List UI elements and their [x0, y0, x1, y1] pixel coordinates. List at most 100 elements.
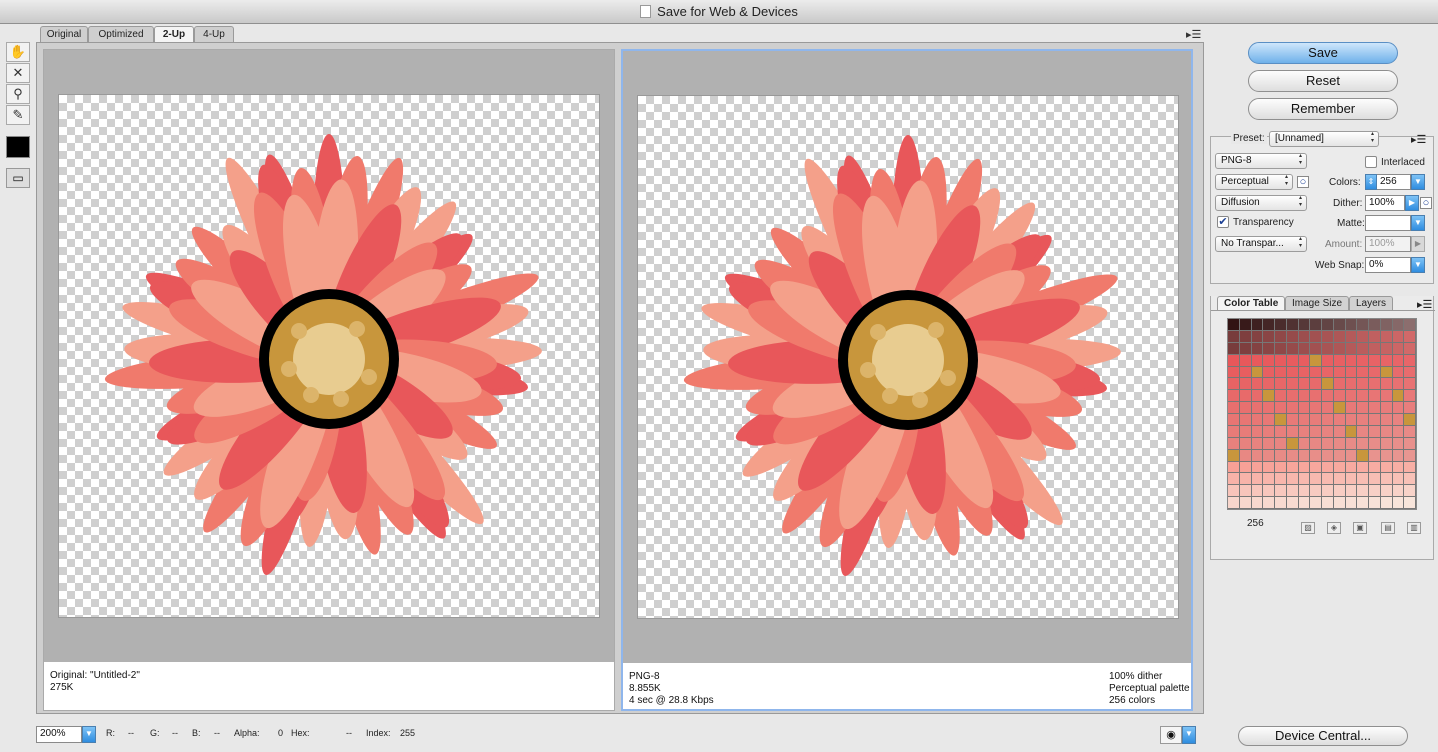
color-swatch[interactable]	[1286, 461, 1299, 474]
color-swatch[interactable]	[1392, 342, 1405, 355]
original-pane[interactable]: Original: "Untitled-2" 275K	[43, 49, 615, 711]
color-swatch[interactable]	[1392, 473, 1405, 486]
color-swatch[interactable]	[1275, 378, 1287, 391]
lock-color-icon[interactable]: ▣	[1353, 522, 1367, 534]
color-swatch[interactable]	[1357, 390, 1369, 403]
zoom-input[interactable]: 200%	[36, 726, 82, 743]
color-swatch[interactable]	[1263, 414, 1275, 426]
color-swatch[interactable]	[1263, 437, 1275, 450]
color-swatch[interactable]	[1333, 414, 1346, 426]
color-swatch[interactable]	[1298, 319, 1311, 331]
color-swatch[interactable]	[1369, 449, 1381, 462]
color-swatch[interactable]	[1310, 378, 1322, 391]
color-swatch[interactable]	[1228, 342, 1240, 355]
color-swatch[interactable]	[1310, 366, 1322, 379]
color-reduction-select[interactable]: Perceptual	[1215, 174, 1293, 190]
color-swatch[interactable]	[1298, 402, 1311, 414]
color-swatch[interactable]	[1263, 461, 1275, 474]
add-color-icon[interactable]: ▤	[1381, 522, 1395, 534]
color-swatch[interactable]	[1251, 319, 1264, 331]
color-swatch[interactable]	[1322, 330, 1334, 343]
color-swatch[interactable]	[1345, 342, 1358, 355]
color-swatch[interactable]	[1239, 414, 1252, 426]
color-swatch[interactable]	[1357, 449, 1369, 462]
color-swatch[interactable]	[1357, 330, 1369, 343]
websnap-dropdown[interactable]: ▼	[1411, 257, 1425, 273]
color-swatch[interactable]	[1275, 354, 1287, 367]
color-swatch[interactable]	[1251, 342, 1264, 355]
color-swatch[interactable]	[1239, 437, 1252, 450]
color-swatch[interactable]	[1228, 437, 1240, 450]
color-swatch[interactable]	[1228, 449, 1240, 462]
color-swatch[interactable]	[1345, 330, 1358, 343]
color-swatch[interactable]	[1228, 354, 1240, 367]
color-swatch[interactable]	[1333, 342, 1346, 355]
color-swatch[interactable]	[1263, 319, 1275, 331]
color-swatch[interactable]	[1286, 437, 1299, 450]
map-transparency-icon[interactable]: ▨	[1301, 522, 1315, 534]
color-swatch[interactable]	[1275, 425, 1287, 438]
color-swatch[interactable]	[1286, 354, 1299, 367]
color-swatch[interactable]	[1345, 378, 1358, 391]
color-swatch[interactable]	[1322, 342, 1334, 355]
color-swatch[interactable]	[1298, 485, 1311, 498]
zoom-icon[interactable]: ⚲	[6, 84, 30, 104]
color-swatch[interactable]	[1322, 473, 1334, 486]
color-swatch[interactable]	[1286, 485, 1299, 498]
color-swatch[interactable]	[1369, 390, 1381, 403]
color-swatch[interactable]	[1404, 378, 1416, 391]
color-swatch[interactable]	[1392, 378, 1405, 391]
color-swatch[interactable]	[1251, 437, 1264, 450]
color-swatch[interactable]	[1404, 437, 1416, 450]
color-swatch[interactable]	[1345, 497, 1358, 509]
color-swatch[interactable]	[1357, 354, 1369, 367]
color-swatch[interactable]	[1392, 330, 1405, 343]
color-swatch[interactable]	[1392, 319, 1405, 331]
color-swatch[interactable]	[1404, 366, 1416, 379]
color-swatch[interactable]	[1251, 390, 1264, 403]
color-swatch[interactable]	[1310, 473, 1322, 486]
color-swatch[interactable]	[1333, 425, 1346, 438]
color-swatch[interactable]	[1286, 473, 1299, 486]
color-swatch[interactable]	[1369, 461, 1381, 474]
color-swatch[interactable]	[1298, 473, 1311, 486]
color-swatch[interactable]	[1345, 485, 1358, 498]
color-swatch[interactable]	[1357, 342, 1369, 355]
settings-menu-icon[interactable]: ▸☰	[1411, 133, 1426, 146]
color-swatch[interactable]	[1239, 497, 1252, 509]
color-swatch[interactable]	[1275, 402, 1287, 414]
color-swatch[interactable]	[1275, 497, 1287, 509]
color-swatch[interactable]	[1392, 497, 1405, 509]
format-select[interactable]: PNG-8	[1215, 153, 1307, 169]
color-swatch[interactable]	[1239, 342, 1252, 355]
color-swatch[interactable]	[1228, 330, 1240, 343]
save-button[interactable]: Save	[1248, 42, 1398, 64]
hand-icon[interactable]: ✋	[6, 42, 30, 62]
color-swatch[interactable]	[1357, 437, 1369, 450]
color-swatch[interactable]	[1357, 461, 1369, 474]
color-swatch[interactable]	[1310, 319, 1322, 331]
color-swatch[interactable]	[1404, 354, 1416, 367]
color-swatch[interactable]	[1333, 461, 1346, 474]
color-swatch[interactable]	[1357, 473, 1369, 486]
color-swatch[interactable]	[1310, 461, 1322, 474]
color-swatch[interactable]	[1357, 497, 1369, 509]
remember-button[interactable]: Remember	[1248, 98, 1398, 120]
color-swatch[interactable]	[1228, 425, 1240, 438]
color-swatch[interactable]	[1333, 330, 1346, 343]
color-swatch[interactable]	[1286, 330, 1299, 343]
color-swatch[interactable]	[1345, 437, 1358, 450]
color-swatch[interactable]	[1392, 461, 1405, 474]
color-swatch[interactable]	[1239, 461, 1252, 474]
dither-input[interactable]: 100%	[1365, 195, 1405, 211]
color-swatch[interactable]	[1251, 485, 1264, 498]
transparency-checkbox[interactable]: ✔	[1217, 216, 1229, 228]
device-central-button[interactable]: Device Central...	[1238, 726, 1408, 746]
color-swatch[interactable]	[1239, 354, 1252, 367]
color-swatch[interactable]	[1322, 497, 1334, 509]
color-swatch[interactable]	[1369, 437, 1381, 450]
color-swatch[interactable]	[1228, 485, 1240, 498]
color-swatch[interactable]	[1251, 414, 1264, 426]
color-swatch[interactable]	[1345, 449, 1358, 462]
dither-slider-button[interactable]: ▶	[1405, 195, 1419, 211]
